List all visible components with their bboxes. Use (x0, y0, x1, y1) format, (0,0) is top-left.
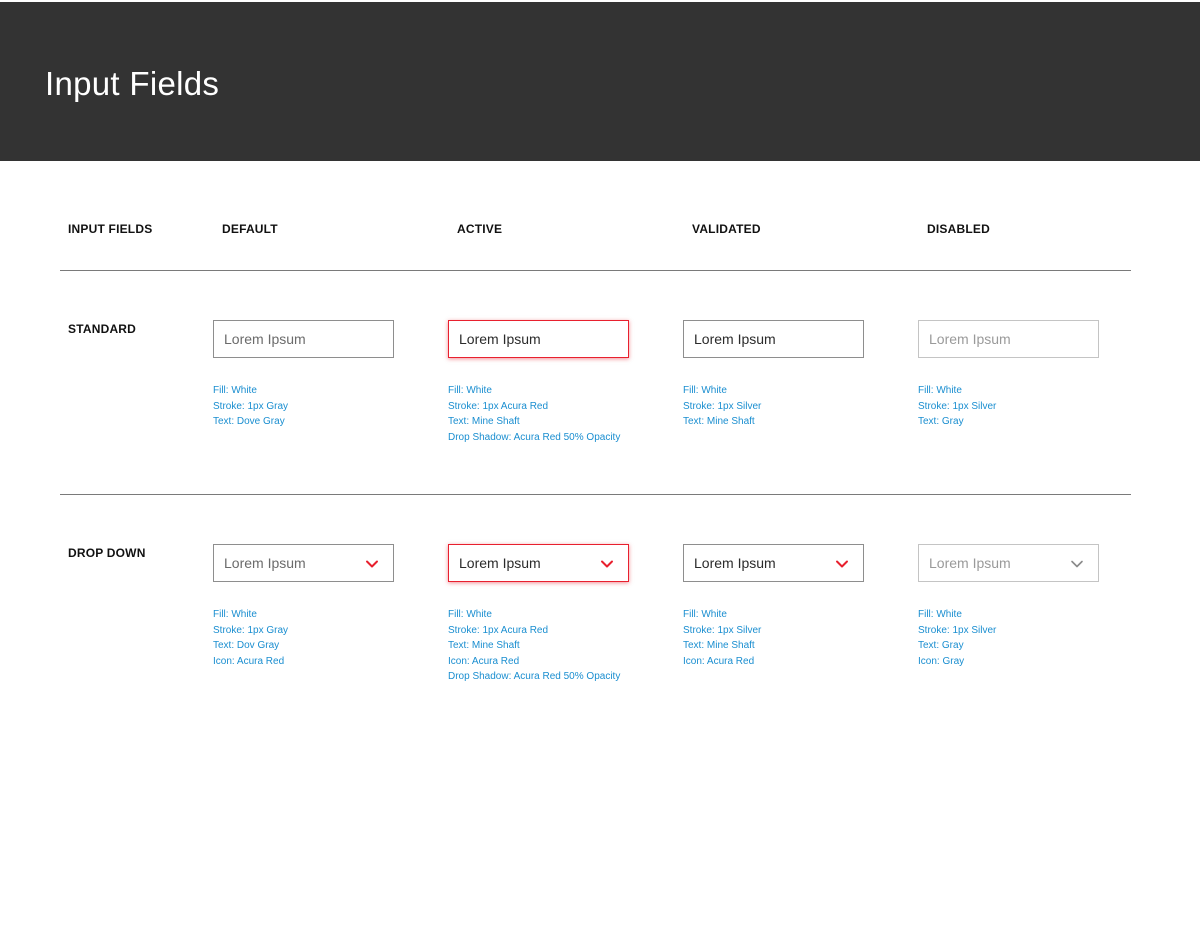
dropdown-validated[interactable]: Lorem Ipsum (683, 544, 864, 582)
spec-list-standard-active: Fill: White Stroke: 1px Acura Red Text: … (448, 383, 620, 445)
input-value: Lorem Ipsum (224, 331, 306, 347)
input-value: Lorem Ipsum (694, 331, 776, 347)
spec-item: Fill: White (213, 609, 257, 620)
chevron-stroke (836, 560, 848, 568)
spec-item: Stroke: 1px Silver (918, 624, 997, 636)
divider-top (60, 270, 1131, 271)
spec-item: Fill: White (918, 385, 962, 396)
column-header-disabled: DISABLED (927, 222, 990, 236)
row-label-drop-down: DROP DOWN (68, 546, 146, 560)
spec-list-dropdown-disabled: Fill: White Stroke: 1px Silver Text: Gra… (918, 607, 996, 669)
standard-input-validated[interactable]: Lorem Ipsum (683, 320, 864, 358)
spec-list-dropdown-active: Fill: White Stroke: 1px Acura Red Text: … (448, 607, 620, 685)
input-value: Lorem Ipsum (929, 331, 1011, 347)
spec-list-standard-default: Fill: White Stroke: 1px Gray Text: Dove … (213, 383, 288, 430)
spec-item: Text: Dov Gray (213, 640, 280, 651)
dropdown-value: Lorem Ipsum (224, 555, 306, 571)
spec-item: Fill: White (683, 385, 727, 396)
spec-item: Text: Mine Shaft (683, 640, 755, 651)
column-header-input-fields: INPUT FIELDS (68, 222, 153, 236)
chevron-down-icon (366, 560, 378, 568)
spec-item: Text: Mine Shaft (448, 640, 520, 651)
chevron-down-icon (836, 560, 848, 568)
spec-item: Text: Mine Shaft (683, 416, 755, 427)
column-header-default: DEFAULT (222, 222, 278, 236)
spec-list-dropdown-validated: Fill: White Stroke: 1px Silver Text: Min… (683, 607, 761, 669)
spec-item: Text: Gray (918, 416, 964, 427)
dropdown-disabled: Lorem Ipsum (918, 544, 1099, 582)
spec-item: Icon: Acura Red (213, 655, 285, 667)
page: Input Fields INPUT FIELDS DEFAULT ACTIVE… (0, 0, 1200, 927)
spec-item: Drop Shadow: Acura Red 50% Opacity (448, 671, 621, 682)
standard-input-default[interactable]: Lorem Ipsum (213, 320, 394, 358)
page-title: Input Fields (45, 65, 220, 102)
input-value: Lorem Ipsum (459, 331, 541, 347)
chevron-down-icon (1071, 560, 1083, 568)
chevron-stroke (601, 560, 613, 568)
spec-item: Fill: White (918, 609, 962, 620)
dropdown-active[interactable]: Lorem Ipsum (448, 544, 629, 582)
dropdown-value: Lorem Ipsum (929, 555, 1011, 571)
spec-item: Text: Gray (918, 640, 964, 651)
spec-item: Fill: White (683, 609, 727, 620)
spec-item: Stroke: 1px Silver (918, 400, 997, 412)
chevron-down-icon (601, 560, 613, 568)
spec-item: Stroke: 1px Gray (213, 400, 289, 412)
dropdown-default[interactable]: Lorem Ipsum (213, 544, 394, 582)
spec-item: Drop Shadow: Acura Red 50% Opacity (448, 431, 621, 443)
spec-item: Fill: White (213, 385, 257, 396)
spec-item: Text: Mine Shaft (448, 416, 520, 427)
row-label-standard: STANDARD (68, 322, 137, 336)
spec-item: Stroke: 1px Silver (683, 624, 762, 636)
spec-item: Stroke: 1px Acura Red (448, 624, 549, 636)
column-header-active: ACTIVE (457, 222, 503, 236)
chevron-stroke (366, 560, 378, 568)
spec-list-standard-disabled: Fill: White Stroke: 1px Silver Text: Gra… (918, 383, 996, 430)
standard-input-active[interactable]: Lorem Ipsum (448, 320, 629, 358)
divider-middle (60, 494, 1131, 495)
spec-item: Stroke: 1px Silver (683, 400, 762, 412)
spec-item: Icon: Gray (918, 655, 965, 667)
spec-item: Text: Dove Gray (213, 416, 285, 427)
spec-item: Fill: White (448, 385, 492, 396)
column-header-validated: VALIDATED (692, 222, 761, 236)
spec-item: Icon: Acura Red (683, 655, 755, 667)
spec-item: Stroke: 1px Acura Red (448, 400, 549, 412)
spec-item: Stroke: 1px Gray (213, 624, 289, 636)
spec-list-standard-validated: Fill: White Stroke: 1px Silver Text: Min… (683, 383, 761, 430)
chevron-stroke (1071, 560, 1083, 568)
standard-input-disabled: Lorem Ipsum (918, 320, 1099, 358)
dropdown-value: Lorem Ipsum (459, 555, 541, 571)
page-header: Input Fields (0, 2, 1200, 161)
spec-list-dropdown-default: Fill: White Stroke: 1px Gray Text: Dov G… (213, 607, 288, 669)
spec-item: Fill: White (448, 609, 492, 620)
spec-item: Icon: Acura Red (448, 655, 520, 667)
dropdown-value: Lorem Ipsum (694, 555, 776, 571)
